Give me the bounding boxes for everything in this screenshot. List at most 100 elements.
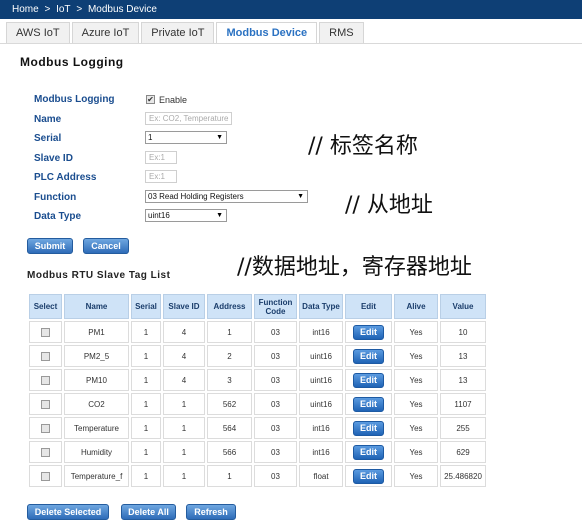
tag-table: Select Name Serial Slave ID Address Func… (27, 292, 488, 489)
address-cell: 1 (207, 321, 252, 343)
annotation-tag-name: // 标签名称 (308, 134, 418, 159)
edit-cell: Edit (345, 417, 392, 439)
serial-cell: 1 (131, 369, 161, 391)
data-type-select-value: uint16 (148, 211, 170, 220)
tab-azure-iot[interactable]: Azure IoT (71, 22, 140, 43)
alive-cell: Yes (394, 345, 438, 367)
data-type-cell: int16 (299, 321, 343, 343)
serial-cell: 1 (131, 393, 161, 415)
serial-cell: 1 (131, 441, 161, 463)
slave-id-input[interactable]: Ex:1 (145, 151, 177, 164)
row-checkbox[interactable] (41, 399, 50, 409)
breadcrumb-modbus-device: Modbus Device (87, 4, 157, 15)
tab-divider (0, 43, 582, 44)
slave-id-cell: 1 (163, 441, 205, 463)
alive-cell: Yes (394, 417, 438, 439)
value-cell: 255 (440, 417, 486, 439)
tab-bar: AWS IoT Azure IoT Private IoT Modbus Dev… (6, 22, 366, 43)
value-cell: 25.486820 (440, 465, 486, 487)
table-row: Humidity 1 1 566 03 int16 Edit Yes 629 (29, 441, 486, 463)
address-cell: 562 (207, 393, 252, 415)
edit-cell: Edit (345, 321, 392, 343)
edit-button[interactable]: Edit (353, 468, 384, 484)
chevron-down-icon: ▼ (297, 193, 304, 200)
edit-button[interactable]: Edit (353, 348, 384, 364)
table-row: PM10 1 4 3 03 uint16 Edit Yes 13 (29, 369, 486, 391)
tab-modbus-device[interactable]: Modbus Device (216, 22, 318, 43)
table-row: PM1 1 4 1 03 int16 Edit Yes 10 (29, 321, 486, 343)
serial-cell: 1 (131, 321, 161, 343)
alive-cell: Yes (394, 369, 438, 391)
col-slave-id: Slave ID (163, 294, 205, 319)
delete-selected-button[interactable]: Delete Selected (27, 504, 109, 520)
edit-button[interactable]: Edit (353, 324, 384, 340)
select-cell (29, 393, 62, 415)
data-type-cell: uint16 (299, 369, 343, 391)
serial-cell: 1 (131, 465, 161, 487)
modbus-logging-label: Modbus Logging (34, 94, 115, 105)
col-function-code: Function Code (254, 294, 297, 319)
edit-cell: Edit (345, 369, 392, 391)
data-type-cell: int16 (299, 417, 343, 439)
edit-button[interactable]: Edit (353, 372, 384, 388)
row-checkbox[interactable] (41, 375, 50, 385)
slave-id-cell: 4 (163, 345, 205, 367)
function-cell: 03 (254, 417, 297, 439)
col-name: Name (64, 294, 129, 319)
slave-id-cell: 4 (163, 321, 205, 343)
page-title: Modbus Logging (20, 55, 124, 69)
select-cell (29, 345, 62, 367)
function-cell: 03 (254, 465, 297, 487)
slave-id-cell: 1 (163, 417, 205, 439)
tab-private-iot[interactable]: Private IoT (141, 22, 215, 43)
serial-cell: 1 (131, 345, 161, 367)
row-checkbox[interactable] (41, 351, 50, 361)
name-input[interactable]: Ex: CO2, Temperature (145, 112, 232, 125)
table-row: CO2 1 1 562 03 uint16 Edit Yes 1107 (29, 393, 486, 415)
plc-address-input[interactable]: Ex:1 (145, 170, 177, 183)
data-type-cell: int16 (299, 441, 343, 463)
tab-rms[interactable]: RMS (319, 22, 364, 43)
edit-cell: Edit (345, 465, 392, 487)
alive-cell: Yes (394, 321, 438, 343)
breadcrumb-separator: > (76, 4, 83, 15)
serial-select[interactable]: 1 ▼ (145, 131, 227, 144)
row-checkbox[interactable] (41, 423, 50, 433)
submit-button[interactable]: Submit (27, 238, 73, 254)
edit-button[interactable]: Edit (353, 444, 384, 460)
annotation-slave-address: // 从地址 (345, 193, 433, 218)
edit-button[interactable]: Edit (353, 420, 384, 436)
select-cell (29, 369, 62, 391)
value-cell: 629 (440, 441, 486, 463)
name-cell: PM10 (64, 369, 129, 391)
address-cell: 1 (207, 465, 252, 487)
function-select[interactable]: 03 Read Holding Registers ▼ (145, 190, 308, 203)
table-row: Temperature 1 1 564 03 int16 Edit Yes 25… (29, 417, 486, 439)
row-checkbox[interactable] (41, 471, 50, 481)
tab-aws-iot[interactable]: AWS IoT (6, 22, 70, 43)
refresh-button[interactable]: Refresh (186, 504, 236, 520)
slave-id-cell: 4 (163, 369, 205, 391)
col-address: Address (207, 294, 252, 319)
name-cell: PM2_5 (64, 345, 129, 367)
data-type-select[interactable]: uint16 ▼ (145, 209, 227, 222)
enable-checkbox[interactable]: ✔ (146, 95, 155, 104)
function-cell: 03 (254, 369, 297, 391)
row-checkbox[interactable] (41, 447, 50, 457)
delete-all-button[interactable]: Delete All (121, 504, 176, 520)
value-cell: 10 (440, 321, 486, 343)
row-checkbox[interactable] (41, 327, 50, 337)
edit-button[interactable]: Edit (353, 396, 384, 412)
name-label: Name (34, 114, 62, 125)
value-cell: 1107 (440, 393, 486, 415)
serial-select-value: 1 (148, 133, 153, 142)
breadcrumb-iot[interactable]: IoT (56, 4, 70, 15)
slave-id-cell: 1 (163, 393, 205, 415)
address-cell: 564 (207, 417, 252, 439)
breadcrumb-home[interactable]: Home (12, 4, 39, 15)
alive-cell: Yes (394, 465, 438, 487)
alive-cell: Yes (394, 441, 438, 463)
cancel-button[interactable]: Cancel (83, 238, 129, 254)
address-cell: 2 (207, 345, 252, 367)
select-cell (29, 441, 62, 463)
